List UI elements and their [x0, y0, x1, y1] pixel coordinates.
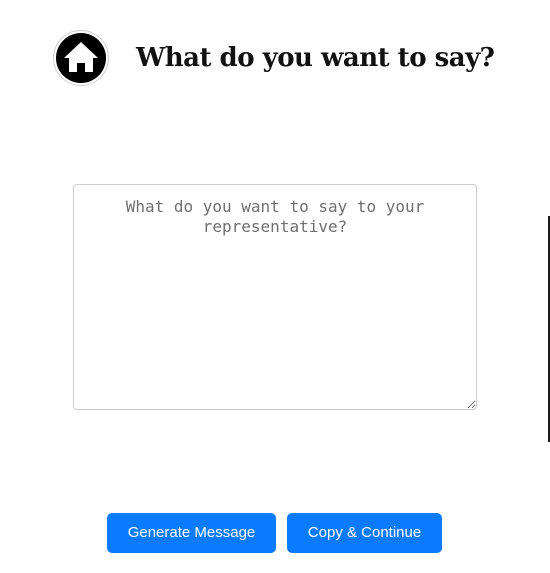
home-icon	[56, 33, 106, 83]
page-title: What do you want to say?	[136, 43, 495, 73]
home-button[interactable]	[53, 30, 109, 86]
copy-continue-button[interactable]: Copy & Continue	[287, 513, 442, 553]
message-input[interactable]	[73, 184, 477, 410]
generate-message-button[interactable]: Generate Message	[107, 513, 276, 553]
page-header: What do you want to say?	[53, 30, 495, 88]
